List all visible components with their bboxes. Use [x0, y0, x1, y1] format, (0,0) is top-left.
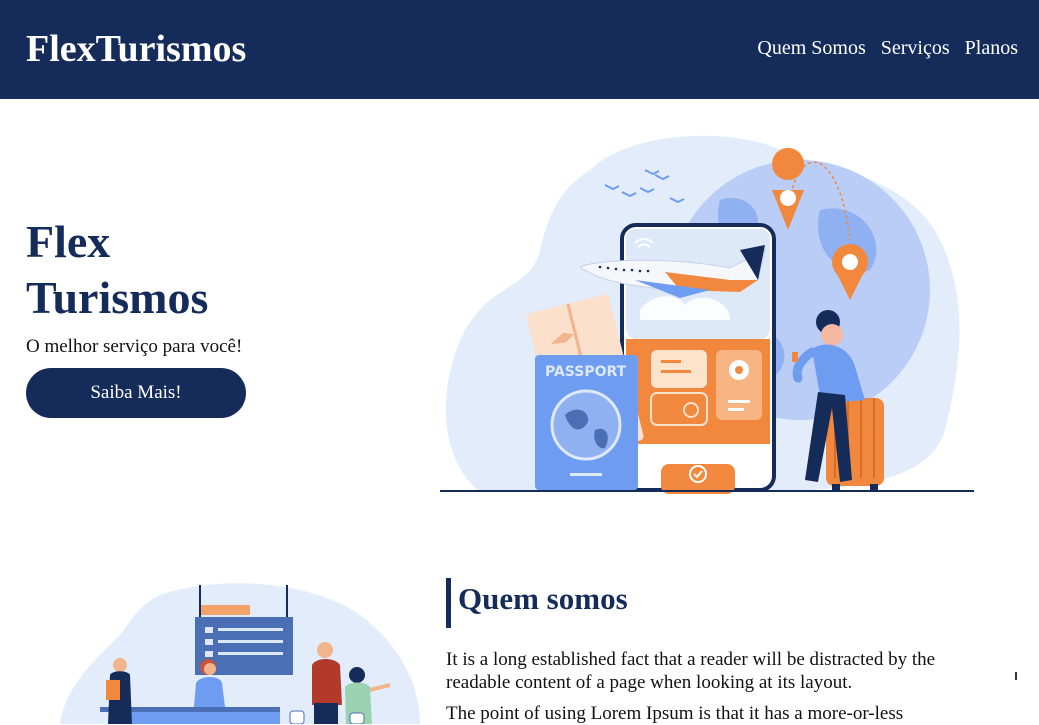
scroll-marker	[1015, 672, 1017, 680]
saiba-mais-button[interactable]: Saiba Mais!	[26, 368, 246, 418]
passport-label: PASSPORT	[545, 364, 627, 380]
hero-title-line2: Turismos	[26, 272, 209, 323]
hero-section: Flex Turismos O melhor serviço para você…	[26, 214, 386, 418]
main-nav: Quem Somos Serviços Planos	[757, 37, 1018, 60]
airport-illustration	[60, 583, 420, 724]
globe-icon	[550, 389, 622, 461]
about-title: Quem somos	[446, 578, 946, 628]
passport-shape: PASSPORT	[535, 355, 638, 490]
about-paragraph-2: The point of using Lorem Ipsum is that i…	[446, 703, 904, 724]
nav-link-servicos[interactable]: Serviços	[881, 37, 950, 60]
top-navbar: FlexTurismos Quem Somos Serviços Planos	[0, 0, 1039, 99]
nav-link-planos[interactable]: Planos	[965, 37, 1018, 60]
site-logo[interactable]: FlexTurismos	[26, 27, 246, 71]
hero-subtitle: O melhor serviço para você!	[26, 336, 243, 357]
about-paragraph-1: It is a long established fact that a rea…	[446, 649, 936, 693]
nav-link-quem-somos[interactable]: Quem Somos	[757, 37, 865, 60]
hero-title-line1: Flex	[26, 216, 111, 267]
travel-illustration: PASSPORT	[440, 135, 974, 494]
location-pin-icon	[729, 360, 749, 380]
hero-title: Flex Turismos	[26, 214, 386, 326]
about-section: Quem somos It is a long established fact…	[446, 578, 946, 725]
